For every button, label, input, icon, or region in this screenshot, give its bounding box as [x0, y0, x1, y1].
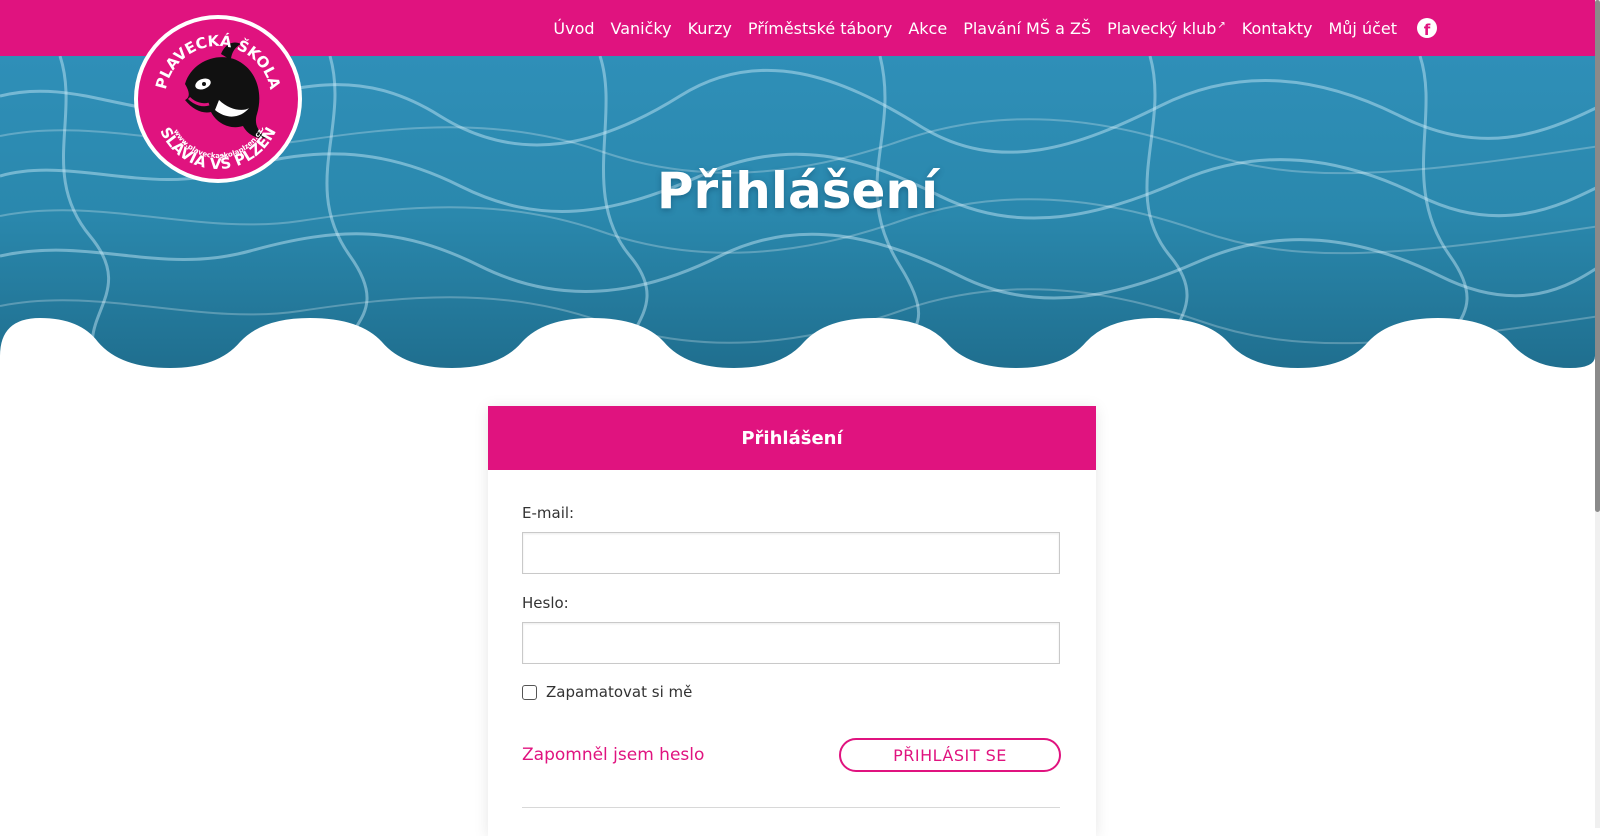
divider [522, 807, 1060, 808]
password-field[interactable] [522, 622, 1060, 664]
logo-graphic: PLAVECKÁ ŠKOLA SLÁVIA VŠ PLZEŇ www.plave… [134, 15, 302, 183]
nav-item-muj-ucet[interactable]: Můj účet [1320, 19, 1405, 38]
nav-item-plavani-ms-zs[interactable]: Plavání MŠ a ZŠ [955, 19, 1099, 38]
remember-me[interactable]: Zapamatovat si mě [522, 683, 692, 701]
nav-item-primestske-tabory[interactable]: Příměstské tábory [740, 19, 900, 38]
main-menu: Úvod Vaničky Kurzy Příměstské tábory Akc… [545, 0, 1437, 56]
site-logo[interactable]: PLAVECKÁ ŠKOLA SLÁVIA VŠ PLZEŇ www.plave… [133, 14, 303, 184]
nav-item-uvod[interactable]: Úvod [545, 19, 602, 38]
nav-item-kurzy[interactable]: Kurzy [680, 19, 740, 38]
forgot-password-link[interactable]: Zapomněl jsem heslo [522, 745, 704, 765]
remember-me-label: Zapamatovat si mě [546, 683, 693, 701]
password-label: Heslo: [522, 594, 569, 612]
nav-item-plavecky-klub-label: Plavecký klub [1107, 18, 1217, 38]
nav-item-kontakty[interactable]: Kontakty [1234, 19, 1321, 38]
email-field[interactable] [522, 532, 1060, 574]
remember-me-checkbox[interactable] [522, 684, 537, 700]
nav-item-plavecky-klub[interactable]: Plavecký klub↗ [1099, 19, 1234, 38]
login-button[interactable]: PŘIHLÁSIT SE [839, 738, 1061, 772]
page-scrollbar[interactable] [1595, 0, 1600, 828]
facebook-icon[interactable]: f [1417, 18, 1437, 38]
email-label: E-mail: [522, 504, 575, 522]
external-link-icon: ↗ [1217, 19, 1226, 31]
login-card: Přihlášení E-mail: Heslo: Zapamatovat si… [488, 406, 1096, 836]
login-card-header: Přihlášení [488, 406, 1096, 470]
nav-item-akce[interactable]: Akce [900, 19, 955, 38]
scrollbar-thumb[interactable] [1595, 0, 1600, 512]
nav-item-vanicky[interactable]: Vaničky [603, 19, 680, 38]
